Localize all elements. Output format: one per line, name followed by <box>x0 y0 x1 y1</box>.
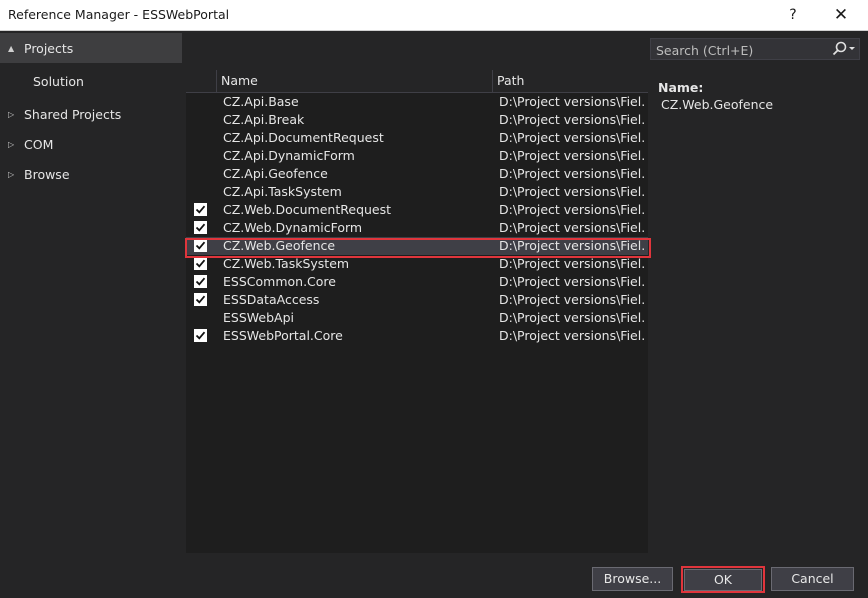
list-item[interactable]: CZ.Api.Base D:\Project versions\Fiel... <box>186 93 648 111</box>
checkbox-unchecked[interactable] <box>194 185 207 198</box>
list-item[interactable]: CZ.Web.TaskSystem D:\Project versions\Fie… <box>186 255 648 273</box>
cancel-button[interactable]: Cancel <box>771 567 854 591</box>
project-name: CZ.Api.Break <box>223 112 305 127</box>
window-title: Reference Manager - ESSWebPortal <box>8 7 230 22</box>
list-item[interactable]: ESSWebApi D:\Project versions\Fiel... <box>186 309 648 327</box>
list-item[interactable]: CZ.Api.DocumentRequest D:\Project version… <box>186 129 648 147</box>
project-name: ESSDataAccess <box>223 292 320 307</box>
project-name: CZ.Web.DynamicForm <box>223 220 363 235</box>
list-item[interactable]: CZ.Web.DocumentRequest D:\Project version… <box>186 201 648 219</box>
project-list: Name Path CZ.Api.Base D:\Project versions… <box>186 70 648 553</box>
header-check-column[interactable] <box>186 70 217 92</box>
nav-item-label: COM <box>24 136 54 152</box>
project-path: D:\Project versions\Fiel... <box>499 166 644 181</box>
collapsed-arrow-icon: ▷ <box>8 109 15 119</box>
list-item[interactable]: ESSWebPortal.Core D:\Project versions\Fie… <box>186 327 648 345</box>
project-path: D:\Project versions\Fiel... <box>499 238 644 253</box>
list-item[interactable]: CZ.Api.TaskSystem D:\Project versions\Fie… <box>186 183 648 201</box>
project-name: ESSWebApi <box>223 310 294 325</box>
list-item[interactable]: CZ.Api.Break D:\Project versions\Fiel... <box>186 111 648 129</box>
project-path: D:\Project versions\Fiel... <box>499 112 644 127</box>
title-bar: Reference Manager - ESSWebPortal ? ✕ <box>0 0 868 31</box>
checkbox-unchecked[interactable] <box>194 113 207 126</box>
close-button[interactable]: ✕ <box>818 0 864 30</box>
header-name[interactable]: Name <box>217 70 493 92</box>
project-name: ESSCommon.Core <box>223 274 336 289</box>
checkbox-checked[interactable] <box>194 257 207 270</box>
checkbox-unchecked[interactable] <box>194 311 207 324</box>
project-path: D:\Project versions\Fiel... <box>499 184 644 199</box>
project-name: CZ.Api.TaskSystem <box>223 184 342 199</box>
checkbox-checked[interactable] <box>194 221 207 234</box>
project-path: D:\Project versions\Fiel... <box>499 274 644 289</box>
nav-item-label: Browse <box>24 166 70 182</box>
ok-button[interactable]: OK <box>684 569 762 591</box>
nav-item-label: Projects <box>24 40 74 56</box>
nav-item-label: Solution <box>33 73 84 89</box>
project-path: D:\Project versions\Fiel... <box>499 130 644 145</box>
details-name-label: Name: <box>658 80 704 95</box>
project-path: D:\Project versions\Fiel... <box>499 202 644 217</box>
project-name: ESSWebPortal.Core <box>223 328 343 343</box>
search-input[interactable] <box>651 39 828 61</box>
search-icon[interactable] <box>829 40 859 58</box>
checkbox-unchecked[interactable] <box>194 149 207 162</box>
nav-item-label: Shared Projects <box>24 106 122 122</box>
list-item[interactable]: CZ.Api.DynamicForm D:\Project versions\Fi… <box>186 147 648 165</box>
list-header: Name Path <box>186 70 648 93</box>
project-path: D:\Project versions\Fiel... <box>499 148 644 163</box>
nav-item-com[interactable]: ▷ COM <box>0 129 182 159</box>
project-path: D:\Project versions\Fiel... <box>499 310 644 325</box>
list-item[interactable]: CZ.Web.DynamicForm D:\Project versions\Fi… <box>186 219 648 237</box>
collapsed-arrow-icon: ▷ <box>8 169 15 179</box>
details-name-value: CZ.Web.Geofence <box>661 97 774 112</box>
help-button[interactable]: ? <box>770 0 816 30</box>
nav-item-shared-projects[interactable]: ▷ Shared Projects <box>0 99 182 129</box>
nav-item-browse[interactable]: ▷ Browse <box>0 159 182 189</box>
project-path: D:\Project versions\Fiel... <box>499 292 644 307</box>
project-path: D:\Project versions\Fiel... <box>499 220 644 235</box>
list-item[interactable]: CZ.Web.Geofence D:\Project versions\Fiel.… <box>186 237 648 255</box>
checkbox-unchecked[interactable] <box>194 95 207 108</box>
browse-button[interactable]: Browse... <box>592 567 673 591</box>
checkbox-unchecked[interactable] <box>194 131 207 144</box>
nav-item-solution[interactable]: Solution <box>0 66 182 96</box>
checkbox-checked[interactable] <box>194 239 207 252</box>
search-box[interactable] <box>650 38 860 61</box>
list-item[interactable]: ESSCommon.Core D:\Project versions\Fiel..… <box>186 273 648 291</box>
collapsed-arrow-icon: ▷ <box>8 139 15 149</box>
header-path[interactable]: Path <box>493 70 648 92</box>
checkbox-checked[interactable] <box>194 203 207 216</box>
project-name: CZ.Api.DynamicForm <box>223 148 355 163</box>
checkbox-checked[interactable] <box>194 329 207 342</box>
list-item[interactable]: CZ.Api.Geofence D:\Project versions\Fiel.… <box>186 165 648 183</box>
project-name: CZ.Web.DocumentRequest <box>223 202 392 217</box>
project-name: CZ.Api.Geofence <box>223 166 328 181</box>
list-item[interactable]: ESSDataAccess D:\Project versions\Fiel... <box>186 291 648 309</box>
project-path: D:\Project versions\Fiel... <box>499 94 644 109</box>
checkbox-checked[interactable] <box>194 275 207 288</box>
details-pane: Name: CZ.Web.Geofence <box>650 70 868 553</box>
project-name: CZ.Web.Geofence <box>223 238 336 253</box>
project-name: CZ.Api.Base <box>223 94 299 109</box>
checkbox-unchecked[interactable] <box>194 167 207 180</box>
checkbox-checked[interactable] <box>194 293 207 306</box>
project-name: CZ.Api.DocumentRequest <box>223 130 384 145</box>
expanded-arrow-icon: ▲ <box>8 43 15 53</box>
nav-panel: ▲ Projects Solution ▷ Shared Projects ▷ … <box>0 31 182 558</box>
project-path: D:\Project versions\Fiel... <box>499 328 644 343</box>
nav-item-projects[interactable]: ▲ Projects <box>0 33 182 63</box>
project-name: CZ.Web.TaskSystem <box>223 256 350 271</box>
project-path: D:\Project versions\Fiel... <box>499 256 644 271</box>
